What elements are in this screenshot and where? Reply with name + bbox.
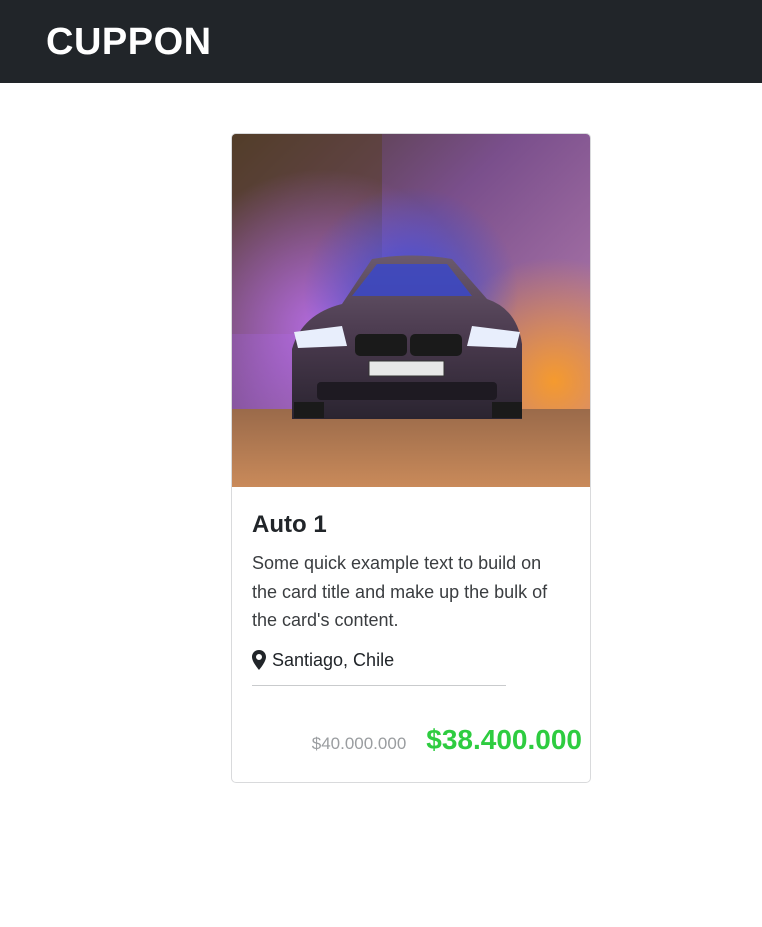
price-row: $40.000.000 $38.400.000 [232, 724, 590, 756]
location-text: Santiago, Chile [272, 649, 395, 670]
map-pin-icon [252, 650, 266, 670]
old-price: $40.000.000 [311, 734, 407, 753]
new-price: $38.400.000 [426, 724, 582, 755]
product-image[interactable] [232, 134, 590, 487]
divider [252, 684, 506, 686]
card-title: Auto 1 [252, 511, 327, 538]
product-card: Auto 1 Some quick example text to build … [231, 133, 591, 783]
top-navbar: CUPPON [0, 0, 762, 83]
card-description: Some quick example text to build on the … [252, 553, 548, 630]
location-row: Santiago, Chile [252, 650, 570, 671]
brand-logo[interactable]: CUPPON [46, 23, 212, 61]
card-body: Auto 1 Some quick example text to build … [232, 511, 590, 686]
